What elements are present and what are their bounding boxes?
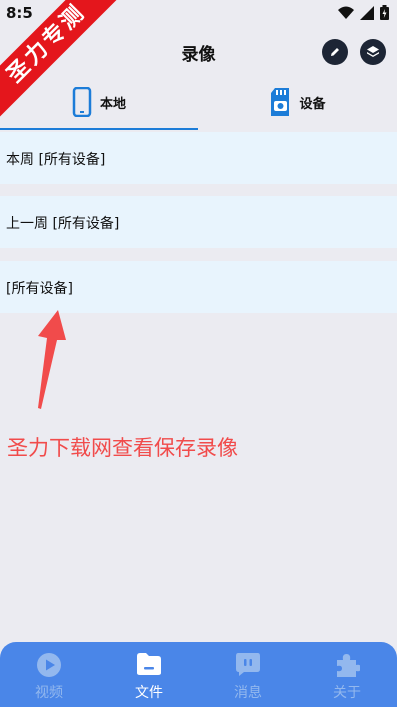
message-icon	[236, 653, 260, 676]
nav-video-label: 视频	[35, 685, 63, 701]
nav-about[interactable]: 关于	[317, 652, 377, 704]
bottom-nav: 视频 文件 消息 关于	[0, 642, 397, 707]
nav-about-label: 关于	[333, 685, 361, 701]
nav-files[interactable]: 文件	[119, 652, 179, 704]
nav-files-label: 文件	[135, 685, 163, 701]
puzzle-icon	[337, 654, 360, 677]
folder-icon	[137, 653, 161, 675]
annotation-text: 圣力下载网查看保存录像	[7, 436, 238, 460]
nav-messages[interactable]: 消息	[218, 652, 278, 704]
play-icon	[37, 653, 61, 677]
annotation-arrow	[38, 310, 66, 409]
nav-messages-label: 消息	[234, 685, 262, 701]
nav-video[interactable]: 视频	[19, 652, 79, 704]
